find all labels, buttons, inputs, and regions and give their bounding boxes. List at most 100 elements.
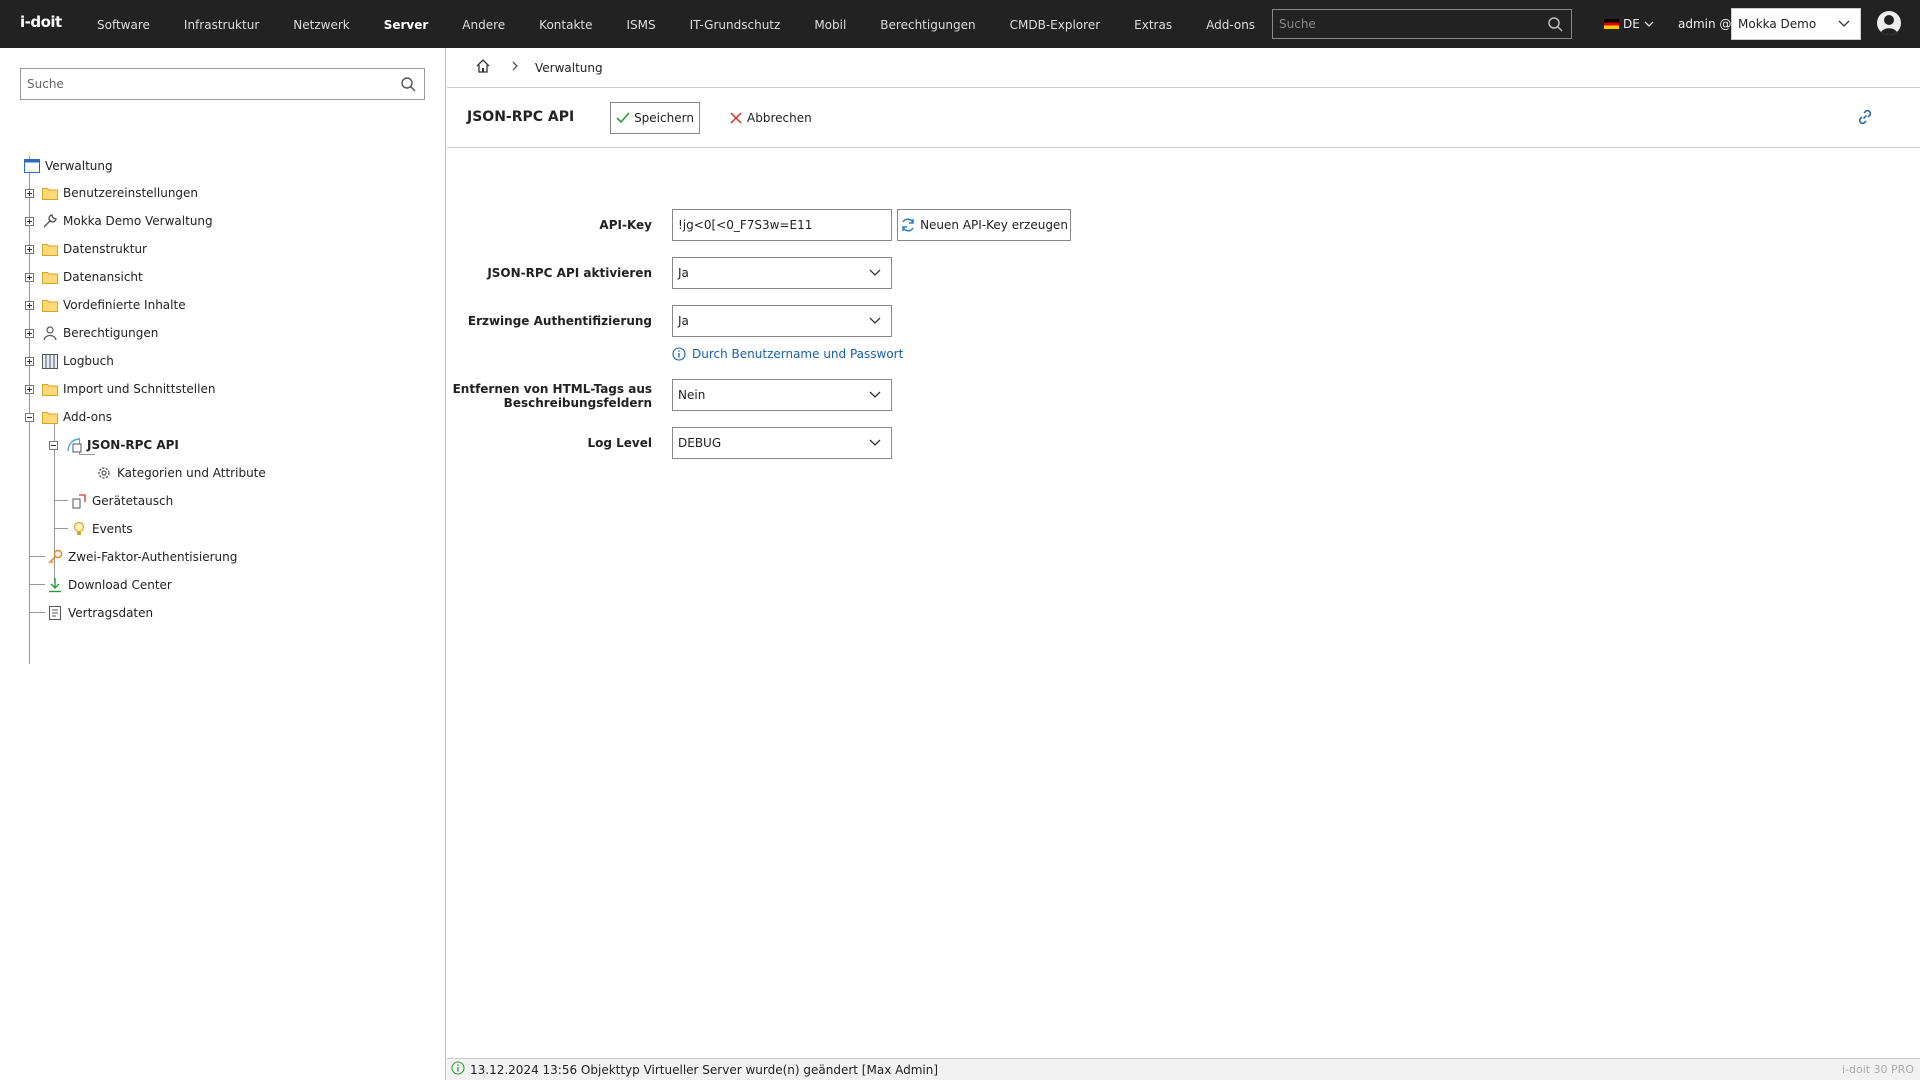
tree-guide-line bbox=[29, 584, 45, 585]
nav-item-infrastruktur[interactable]: Infrastruktur bbox=[167, 0, 276, 48]
tree-guide-line bbox=[29, 612, 45, 613]
tree-item-berechtigungen[interactable]: Berechtigungen bbox=[25, 322, 158, 344]
log-level-label: Log Level bbox=[587, 436, 652, 450]
force-auth-value: Ja bbox=[678, 314, 689, 328]
window-icon bbox=[24, 158, 40, 174]
expand-icon[interactable] bbox=[25, 300, 34, 310]
close-icon bbox=[730, 112, 742, 124]
api-key-input[interactable] bbox=[672, 209, 892, 241]
chevron-down-icon bbox=[1838, 20, 1850, 27]
nav-item-server[interactable]: Server bbox=[367, 0, 446, 48]
force-auth-select[interactable]: Ja bbox=[672, 305, 892, 337]
expand-icon[interactable] bbox=[25, 384, 34, 394]
tree-guide-line bbox=[29, 556, 45, 557]
language-selector[interactable]: DE bbox=[1604, 17, 1654, 31]
tree-item-add-ons[interactable]: Add-ons bbox=[25, 406, 112, 428]
tree-item-events[interactable]: Events bbox=[71, 518, 133, 540]
sidebar-search-input[interactable] bbox=[21, 69, 391, 99]
tree-item-kategorien-und-attribute[interactable]: Kategorien und Attribute bbox=[96, 462, 266, 484]
collapse-icon[interactable] bbox=[25, 412, 34, 422]
activate-api-value: Ja bbox=[678, 266, 689, 280]
tree-item-geraetetausch[interactable]: Gerätetausch bbox=[71, 490, 173, 512]
strip-html-select[interactable]: Nein bbox=[672, 379, 892, 411]
main-menu: Software Infrastruktur Netzwerk Server A… bbox=[80, 0, 1272, 48]
global-search-input[interactable] bbox=[1273, 10, 1533, 38]
strip-html-label-line-2: Beschreibungsfeldern bbox=[503, 396, 652, 410]
bulb-icon bbox=[71, 521, 87, 537]
tree-item-logbuch[interactable]: Logbuch bbox=[25, 350, 114, 372]
nav-item-isms[interactable]: ISMS bbox=[610, 0, 673, 48]
nav-item-berechtigungen[interactable]: Berechtigungen bbox=[863, 0, 992, 48]
expand-icon[interactable] bbox=[25, 216, 34, 226]
chevron-down-icon bbox=[869, 269, 881, 276]
tree-item-datenansicht[interactable]: Datenansicht bbox=[25, 266, 143, 288]
link-icon[interactable] bbox=[1856, 108, 1876, 128]
activate-api-select[interactable]: Ja bbox=[672, 257, 892, 289]
nav-item-netzwerk[interactable]: Netzwerk bbox=[276, 0, 366, 48]
expand-icon[interactable] bbox=[25, 328, 34, 338]
api-icon bbox=[66, 437, 82, 453]
tree-item-label: JSON-RPC API bbox=[87, 438, 179, 452]
nav-item-mobil[interactable]: Mobil bbox=[797, 0, 863, 48]
tree-guide-line bbox=[54, 528, 68, 529]
tree-item-mokka-demo-verwaltung[interactable]: Mokka Demo Verwaltung bbox=[25, 210, 213, 232]
save-button[interactable]: Speichern bbox=[610, 102, 700, 134]
tenant-select[interactable]: Mokka Demo bbox=[1731, 8, 1861, 40]
home-icon[interactable] bbox=[475, 58, 491, 77]
tree-item-label: Logbuch bbox=[63, 354, 114, 368]
expand-icon[interactable] bbox=[25, 244, 34, 254]
force-auth-label: Erzwinge Authentifizierung bbox=[467, 314, 652, 328]
nav-item-software[interactable]: Software bbox=[80, 0, 167, 48]
tree-item-label: Events bbox=[92, 522, 133, 536]
api-key-label: API-Key bbox=[599, 218, 652, 232]
folder-icon bbox=[42, 269, 58, 285]
generate-api-key-label: Neuen API-Key erzeugen bbox=[920, 218, 1068, 232]
tree-item-download-center[interactable]: Download Center bbox=[47, 574, 172, 596]
tree-root-verwaltung[interactable]: Verwaltung bbox=[24, 155, 113, 177]
search-icon[interactable] bbox=[400, 76, 416, 95]
auth-hint-text: Durch Benutzername und Passwort bbox=[692, 347, 904, 361]
nav-item-add-ons[interactable]: Add-ons bbox=[1189, 0, 1272, 48]
nav-item-it-grundschutz[interactable]: IT-Grundschutz bbox=[673, 0, 798, 48]
strip-html-label: Entfernen von HTML-Tags aus Beschreibung… bbox=[447, 382, 652, 410]
sidebar: Verwaltung Benutzereinstellungen Mokka D… bbox=[0, 48, 446, 1080]
tree-item-vertragsdaten[interactable]: Vertragsdaten bbox=[47, 602, 153, 624]
tree-item-label: Vertragsdaten bbox=[68, 606, 154, 620]
status-message: 13.12.2024 13:56 Objekttyp Virtueller Se… bbox=[470, 1062, 939, 1077]
nav-item-extras[interactable]: Extras bbox=[1117, 0, 1189, 48]
breadcrumb: Verwaltung bbox=[447, 48, 1920, 88]
cancel-button[interactable]: Abbrechen bbox=[723, 102, 818, 134]
folder-icon bbox=[42, 241, 58, 257]
tree-item-label: Datenansicht bbox=[63, 270, 143, 284]
tree-item-datenstruktur[interactable]: Datenstruktur bbox=[25, 238, 147, 260]
search-icon[interactable] bbox=[1547, 16, 1563, 35]
folder-icon bbox=[42, 381, 58, 397]
refresh-icon bbox=[902, 218, 914, 232]
tree-item-vordefinierte-inhalte[interactable]: Vordefinierte Inhalte bbox=[25, 294, 186, 316]
tree-item-benutzereinstellungen[interactable]: Benutzereinstellungen bbox=[25, 182, 198, 204]
tree-item-label: Import und Schnittstellen bbox=[63, 382, 216, 396]
breadcrumb-current[interactable]: Verwaltung bbox=[535, 61, 603, 75]
nav-item-cmdb-explorer[interactable]: CMDB-Explorer bbox=[993, 0, 1118, 48]
log-level-select[interactable]: DEBUG bbox=[672, 427, 892, 459]
top-navigation-bar: i-doit Software Infrastruktur Netzwerk S… bbox=[0, 0, 1920, 48]
tree-item-json-rpc-api[interactable]: JSON-RPC API bbox=[49, 434, 179, 456]
expand-icon[interactable] bbox=[25, 188, 34, 198]
info-icon bbox=[672, 347, 686, 361]
tree-item-import-und-schnittstellen[interactable]: Import und Schnittstellen bbox=[25, 378, 215, 400]
expand-icon[interactable] bbox=[25, 356, 34, 366]
strip-html-value: Nein bbox=[678, 388, 706, 402]
collapse-icon[interactable] bbox=[49, 440, 58, 450]
nav-item-kontakte[interactable]: Kontakte bbox=[522, 0, 609, 48]
expand-icon[interactable] bbox=[25, 272, 34, 282]
auth-hint: Durch Benutzername und Passwort bbox=[672, 347, 903, 361]
app-logo[interactable]: i-doit bbox=[20, 13, 62, 31]
download-icon bbox=[47, 577, 63, 593]
user-avatar-icon[interactable] bbox=[1877, 11, 1901, 35]
version-label: i-doit 30 PRO bbox=[1841, 1063, 1914, 1076]
tree-item-label: Add-ons bbox=[63, 410, 112, 424]
nav-item-andere[interactable]: Andere bbox=[445, 0, 522, 48]
tree-item-zwei-faktor-authentisierung[interactable]: Zwei-Faktor-Authentisierung bbox=[47, 546, 237, 568]
generate-api-key-button[interactable]: Neuen API-Key erzeugen bbox=[897, 209, 1071, 241]
tree-root-label: Verwaltung bbox=[45, 159, 113, 173]
